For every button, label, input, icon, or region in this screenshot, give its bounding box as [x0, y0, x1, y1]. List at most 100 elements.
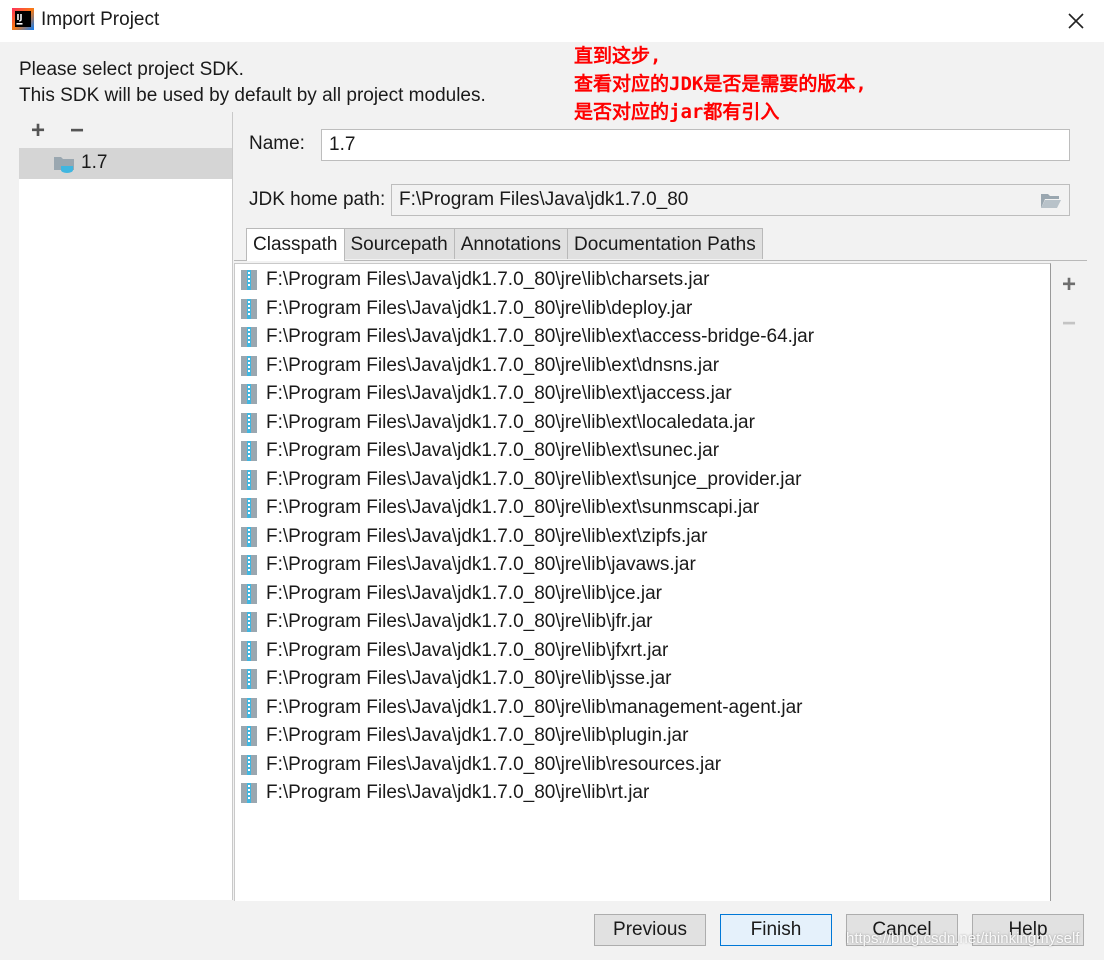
- jar-icon: [241, 327, 257, 347]
- jar-icon: [241, 270, 257, 290]
- sdk-list: 1.7: [19, 148, 232, 900]
- classpath-item-text: F:\Program Files\Java\jdk1.7.0_80\jre\li…: [266, 440, 720, 461]
- name-input[interactable]: 1.7: [321, 129, 1070, 161]
- classpath-item-text: F:\Program Files\Java\jdk1.7.0_80\jre\li…: [266, 468, 802, 490]
- classpath-item-text: F:\Program Files\Java\jdk1.7.0_80\jre\li…: [266, 753, 722, 775]
- classpath-item[interactable]: F:\Program Files\Java\jdk1.7.0_80\jre\li…: [241, 380, 1041, 408]
- classpath-list[interactable]: F:\Program Files\Java\jdk1.7.0_80\jre\li…: [234, 263, 1051, 901]
- intellij-app-icon: IJ: [12, 8, 34, 30]
- classpath-item-text: F:\Program Files\Java\jdk1.7.0_80\jre\li…: [266, 525, 708, 547]
- jar-icon: [241, 669, 257, 689]
- header-line-1: Please select project SDK.: [19, 59, 244, 80]
- tab-annotations[interactable]: Annotations: [453, 228, 569, 259]
- jar-icon: [241, 555, 257, 575]
- classpath-item-text: F:\Program Files\Java\jdk1.7.0_80\jre\li…: [266, 269, 710, 290]
- svg-text:IJ: IJ: [17, 13, 23, 22]
- annotation-line-1: 直到这步,: [574, 45, 662, 67]
- classpath-item[interactable]: F:\Program Files\Java\jdk1.7.0_80\jre\li…: [241, 295, 1041, 323]
- classpath-item[interactable]: F:\Program Files\Java\jdk1.7.0_80\jre\li…: [241, 694, 1041, 722]
- plus-icon: +: [1061, 271, 1076, 298]
- annotation-line-2: 查看对应的JDK是否是需要的版本,: [574, 73, 867, 95]
- tab-bar: Classpath Sourcepath Annotations Documen…: [246, 228, 763, 261]
- name-label: Name:: [249, 133, 305, 154]
- classpath-item[interactable]: F:\Program Files\Java\jdk1.7.0_80\jre\li…: [241, 494, 1041, 522]
- jdk-home-path-value: F:\Program Files\Java\jdk1.7.0_80: [399, 189, 689, 210]
- classpath-item[interactable]: F:\Program Files\Java\jdk1.7.0_80\jre\li…: [241, 779, 1041, 807]
- classpath-item-text: F:\Program Files\Java\jdk1.7.0_80\jre\li…: [266, 497, 760, 518]
- header-description: Please select project SDK. This SDK will…: [19, 57, 486, 109]
- classpath-item-text: F:\Program Files\Java\jdk1.7.0_80\jre\li…: [266, 383, 732, 404]
- jar-icon: [241, 783, 257, 803]
- classpath-item[interactable]: F:\Program Files\Java\jdk1.7.0_80\jre\li…: [241, 352, 1041, 380]
- add-classpath-button[interactable]: +: [1058, 271, 1080, 298]
- watermark: https://blog.csdn.net/thinkingmyself: [846, 930, 1080, 947]
- annotation-line-3: 是否对应的jar都有引入: [574, 101, 780, 123]
- tab-classpath[interactable]: Classpath: [246, 228, 345, 261]
- jdk-home-path-input[interactable]: F:\Program Files\Java\jdk1.7.0_80: [391, 184, 1070, 216]
- jar-icon: [241, 526, 257, 547]
- classpath-item-text: F:\Program Files\Java\jdk1.7.0_80\jre\li…: [266, 668, 672, 689]
- classpath-item[interactable]: F:\Program Files\Java\jdk1.7.0_80\jre\li…: [241, 409, 1041, 437]
- close-icon: [1068, 13, 1084, 29]
- name-input-value: 1.7: [329, 134, 356, 155]
- finish-button[interactable]: Finish: [720, 914, 832, 946]
- sdk-list-panel: + − 1.7: [19, 112, 233, 900]
- sdk-list-item[interactable]: 1.7: [19, 148, 232, 179]
- jar-icon: [241, 726, 257, 746]
- classpath-item-text: F:\Program Files\Java\jdk1.7.0_80\jre\li…: [266, 725, 689, 746]
- add-sdk-button[interactable]: +: [27, 117, 49, 144]
- classpath-item-text: F:\Program Files\Java\jdk1.7.0_80\jre\li…: [266, 639, 669, 661]
- classpath-item-text: F:\Program Files\Java\jdk1.7.0_80\jre\li…: [266, 782, 650, 803]
- minus-icon: −: [1061, 310, 1076, 337]
- classpath-item[interactable]: F:\Program Files\Java\jdk1.7.0_80\jre\li…: [241, 266, 1041, 294]
- jar-icon: [241, 384, 257, 404]
- jar-icon: [241, 441, 257, 461]
- classpath-item-text: F:\Program Files\Java\jdk1.7.0_80\jre\li…: [266, 411, 755, 433]
- tab-divider: [234, 260, 1087, 261]
- remove-classpath-button[interactable]: −: [1058, 310, 1080, 337]
- window-title: Import Project: [41, 9, 160, 30]
- classpath-item-text: F:\Program Files\Java\jdk1.7.0_80\jre\li…: [266, 326, 815, 347]
- classpath-item[interactable]: F:\Program Files\Java\jdk1.7.0_80\jre\li…: [241, 665, 1041, 693]
- classpath-item[interactable]: F:\Program Files\Java\jdk1.7.0_80\jre\li…: [241, 466, 1041, 494]
- classpath-item-text: F:\Program Files\Java\jdk1.7.0_80\jre\li…: [266, 554, 696, 575]
- plus-icon: +: [30, 117, 45, 144]
- jar-icon: [241, 298, 257, 319]
- previous-button[interactable]: Previous: [594, 914, 706, 946]
- header-line-2: This SDK will be used by default by all …: [19, 85, 486, 106]
- close-button[interactable]: [1048, 0, 1104, 42]
- tab-sourcepath[interactable]: Sourcepath: [343, 228, 455, 259]
- classpath-item[interactable]: F:\Program Files\Java\jdk1.7.0_80\jre\li…: [241, 523, 1041, 551]
- minus-icon: −: [69, 117, 84, 144]
- classpath-item[interactable]: F:\Program Files\Java\jdk1.7.0_80\jre\li…: [241, 551, 1041, 579]
- jar-icon: [241, 612, 257, 632]
- classpath-item[interactable]: F:\Program Files\Java\jdk1.7.0_80\jre\li…: [241, 437, 1041, 465]
- jar-icon: [241, 583, 257, 604]
- jar-icon: [241, 754, 257, 775]
- browse-folder-icon[interactable]: [1040, 192, 1062, 210]
- classpath-item[interactable]: F:\Program Files\Java\jdk1.7.0_80\jre\li…: [241, 323, 1041, 351]
- classpath-item[interactable]: F:\Program Files\Java\jdk1.7.0_80\jre\li…: [241, 751, 1041, 779]
- jdk-home-label: JDK home path:: [249, 189, 386, 210]
- jar-icon: [241, 498, 257, 518]
- classpath-item[interactable]: F:\Program Files\Java\jdk1.7.0_80\jre\li…: [241, 722, 1041, 750]
- sdk-folder-icon: [54, 157, 74, 173]
- red-annotation: 直到这步, 查看对应的JDK是否是需要的版本, 是否对应的jar都有引入: [574, 42, 867, 126]
- classpath-item-text: F:\Program Files\Java\jdk1.7.0_80\jre\li…: [266, 354, 720, 376]
- classpath-item-text: F:\Program Files\Java\jdk1.7.0_80\jre\li…: [266, 696, 803, 718]
- jar-icon: [241, 640, 257, 661]
- classpath-item-text: F:\Program Files\Java\jdk1.7.0_80\jre\li…: [266, 611, 653, 632]
- classpath-item[interactable]: F:\Program Files\Java\jdk1.7.0_80\jre\li…: [241, 637, 1041, 665]
- jar-icon: [241, 697, 257, 718]
- jar-icon: [241, 412, 257, 433]
- remove-sdk-button[interactable]: −: [66, 117, 88, 144]
- classpath-item-text: F:\Program Files\Java\jdk1.7.0_80\jre\li…: [266, 582, 662, 604]
- classpath-item[interactable]: F:\Program Files\Java\jdk1.7.0_80\jre\li…: [241, 608, 1041, 636]
- jar-icon: [241, 469, 257, 490]
- title-bar: IJ Import Project: [0, 0, 1104, 42]
- tab-documentation-paths[interactable]: Documentation Paths: [567, 228, 763, 259]
- classpath-item[interactable]: F:\Program Files\Java\jdk1.7.0_80\jre\li…: [241, 580, 1041, 608]
- jar-icon: [241, 355, 257, 376]
- sdk-item-label: 1.7: [81, 152, 108, 173]
- classpath-item-text: F:\Program Files\Java\jdk1.7.0_80\jre\li…: [266, 297, 693, 319]
